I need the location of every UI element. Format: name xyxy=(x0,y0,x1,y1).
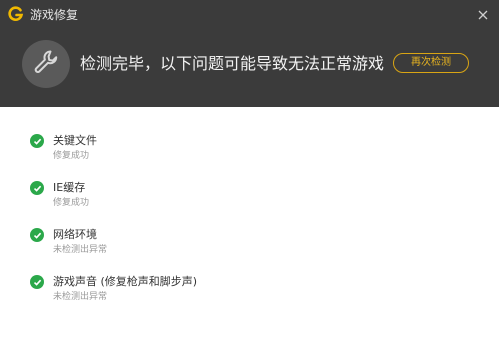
check-circle-icon xyxy=(30,228,44,242)
item-title: 网络环境 xyxy=(53,228,97,241)
result-header: 游戏修复 检测完毕，以下问题可能导致无法正常游戏 再次检测 xyxy=(0,0,499,107)
item-status: 未检测出异常 xyxy=(53,245,108,255)
close-button[interactable] xyxy=(473,4,493,24)
wrench-icon xyxy=(31,47,61,81)
item-status: 修复成功 xyxy=(53,151,90,161)
item-status: 未检测出异常 xyxy=(53,292,108,302)
list-item: 游戏声音 (修复枪声和脚步声) 未检测出异常 xyxy=(0,273,499,313)
item-status: 修复成功 xyxy=(53,198,90,208)
list-item: 网络环境 未检测出异常 xyxy=(0,226,499,266)
check-circle-icon xyxy=(30,134,44,148)
game-repair-window: 游戏修复 检测完毕，以下问题可能导致无法正常游戏 再次检测 关键文件 修复成功 … xyxy=(0,0,499,341)
wrench-badge xyxy=(22,40,70,88)
window-title: 游戏修复 xyxy=(30,8,79,22)
item-title: IE缓存 xyxy=(53,181,86,194)
check-circle-icon xyxy=(30,181,44,195)
app-logo-icon xyxy=(8,6,24,22)
item-title: 关键文件 xyxy=(53,134,97,147)
item-title: 游戏声音 (修复枪声和脚步声) xyxy=(53,275,198,288)
list-item: 关键文件 修复成功 xyxy=(0,132,499,172)
result-message: 检测完毕，以下问题可能导致无法正常游戏 xyxy=(80,54,385,73)
list-item: IE缓存 修复成功 xyxy=(0,179,499,219)
title-bar: 游戏修复 xyxy=(0,0,499,30)
recheck-button[interactable]: 再次检测 xyxy=(393,53,469,73)
close-icon xyxy=(478,5,488,24)
check-circle-icon xyxy=(30,275,44,289)
